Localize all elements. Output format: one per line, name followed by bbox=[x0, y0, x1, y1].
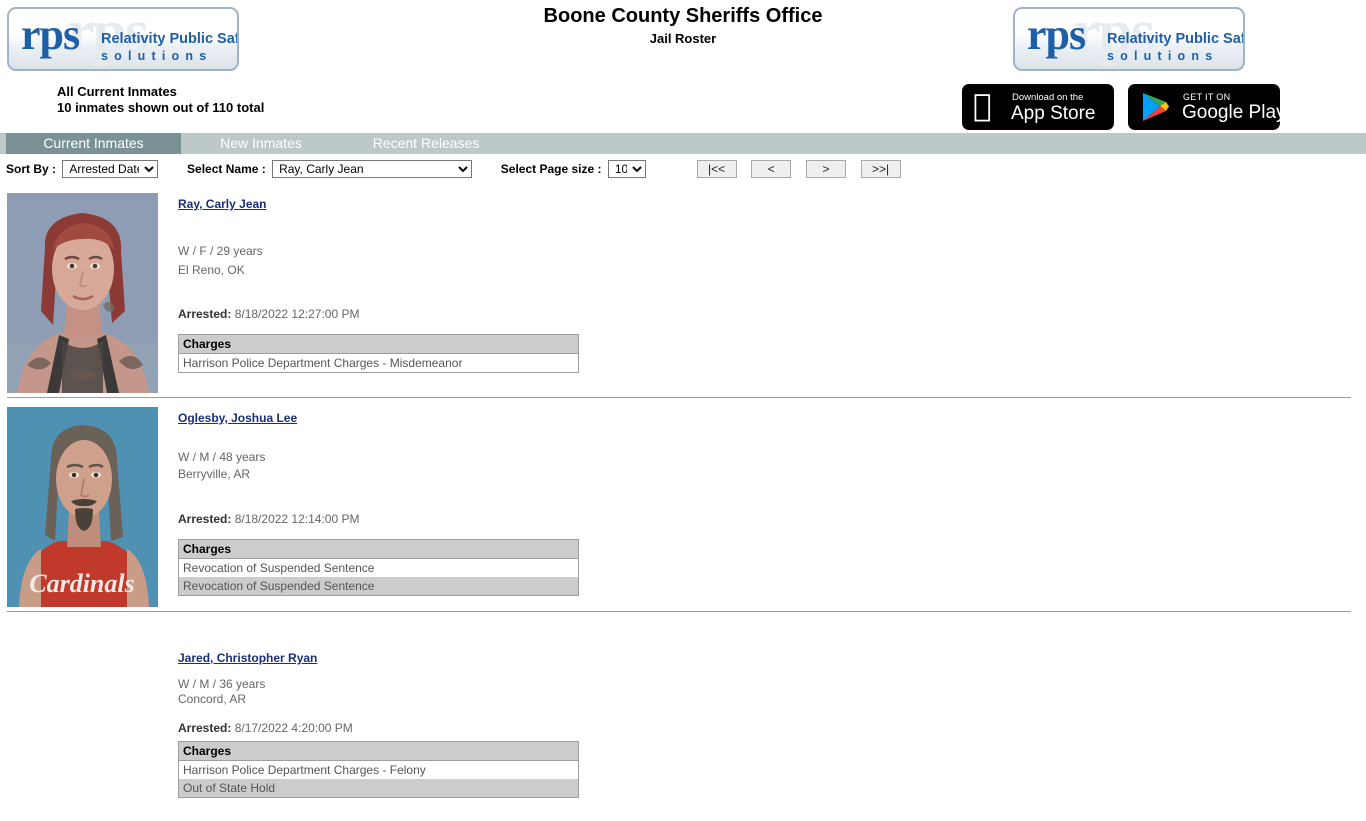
inmate-arrested: Arrested: 8/17/2022 4:20:00 PM bbox=[178, 721, 579, 735]
inmate-demographics: W / M / 36 years bbox=[178, 677, 266, 691]
summary-line-2: 10 inmates shown out of 110 total bbox=[57, 100, 265, 115]
arrested-label: Arrested: bbox=[178, 307, 232, 321]
arrested-label: Arrested: bbox=[178, 512, 232, 526]
sort-by-select[interactable]: Arrested Date bbox=[62, 160, 159, 178]
charges-header-row: Charges bbox=[178, 741, 579, 761]
inmate-details: Jared, Christopher Ryan W / M / 36 years… bbox=[178, 651, 579, 798]
inmate-location: Berryville, AR bbox=[178, 467, 251, 481]
inmate-mugshot-placeholder bbox=[7, 621, 158, 821]
inmate-arrested: Arrested: 8/18/2022 12:27:00 PM bbox=[178, 307, 579, 321]
roster-summary: All Current Inmates 10 inmates shown out… bbox=[57, 84, 264, 116]
page-size-select[interactable]: 10 bbox=[607, 160, 646, 178]
arrested-value: 8/18/2022 12:27:00 PM bbox=[234, 307, 360, 321]
logo-tagline-secondary: solutions bbox=[1107, 49, 1219, 63]
pagination-last-button[interactable]: >>| bbox=[860, 160, 901, 178]
arrested-value: 8/18/2022 12:14:00 PM bbox=[234, 512, 360, 526]
inmate-record: Ray, Carly Jean W / F / 29 years El Reno… bbox=[0, 185, 1366, 399]
charges-header-row: Charges bbox=[178, 539, 579, 559]
charges-column-header: Charges bbox=[178, 539, 579, 559]
sort-by-label: Sort By : bbox=[6, 162, 57, 176]
inmate-list: Ray, Carly Jean W / F / 29 years El Reno… bbox=[0, 185, 1366, 821]
inmate-details: Oglesby, Joshua Lee W / M / 48 years Ber… bbox=[178, 411, 579, 596]
arrested-value: 8/17/2022 4:20:00 PM bbox=[234, 721, 353, 735]
app-store-badge-line1: Download on the bbox=[1012, 92, 1084, 103]
charge-text: Harrison Police Department Charges - Mis… bbox=[178, 353, 579, 373]
tab-recent-releases[interactable]: Recent Releases bbox=[341, 133, 511, 154]
inmate-mugshot[interactable]: Cardinals bbox=[7, 407, 158, 607]
pagination-first-button[interactable]: |<< bbox=[696, 160, 737, 178]
charge-text: Revocation of Suspended Sentence bbox=[178, 577, 579, 596]
inmate-location: El Reno, OK bbox=[178, 263, 245, 277]
select-name-dropdown[interactable]: Ray, Carly Jean bbox=[272, 160, 473, 178]
google-play-badge-line1: GET IT ON bbox=[1183, 92, 1231, 102]
charges-header-row: Charges bbox=[178, 334, 579, 354]
table-row: Revocation of Suspended Sentence bbox=[178, 558, 579, 577]
table-row: Harrison Police Department Charges - Mis… bbox=[178, 353, 579, 373]
inmate-details: Ray, Carly Jean W / F / 29 years El Reno… bbox=[178, 197, 579, 373]
pagination-prev-button[interactable]: < bbox=[751, 160, 792, 178]
roster-controls: Sort By : Arrested Date Select Name : Ra… bbox=[0, 160, 1366, 180]
logo-tagline-primary: Relativity Public Safety bbox=[1107, 31, 1245, 47]
table-row: Revocation of Suspended Sentence bbox=[178, 577, 579, 596]
table-row: Out of State Hold bbox=[178, 779, 579, 798]
logo-tagline-secondary: solutions bbox=[101, 49, 213, 63]
inmate-demographics: W / M / 48 years bbox=[178, 450, 266, 464]
logo-wordmark: rps bbox=[1027, 10, 1086, 59]
inmate-name-link[interactable]: Ray, Carly Jean bbox=[178, 197, 267, 211]
google-play-badge[interactable]: GET IT ON Google Play bbox=[1128, 84, 1280, 130]
charges-table: Charges Revocation of Suspended Sentence… bbox=[178, 539, 579, 596]
charges-column-header: Charges bbox=[178, 334, 579, 354]
inmate-demographics: W / F / 29 years bbox=[178, 244, 263, 258]
tab-new-inmates[interactable]: New Inmates bbox=[181, 133, 341, 154]
mugshot-image-2: Cardinals bbox=[7, 407, 158, 607]
tab-bar: Current Inmates New Inmates Recent Relea… bbox=[0, 133, 1366, 154]
charge-text: Harrison Police Department Charges - Fel… bbox=[178, 760, 579, 779]
app-store-badge[interactable]:  Download on the App Store bbox=[962, 84, 1114, 130]
rps-logo-right[interactable]: rps rps Relativity Public Safety solutio… bbox=[1013, 7, 1245, 71]
inmate-arrested: Arrested: 8/18/2022 12:14:00 PM bbox=[178, 512, 579, 526]
page-size-label: Select Page size : bbox=[500, 162, 602, 176]
google-play-badge-line2: Google Play bbox=[1182, 102, 1280, 123]
arrested-label: Arrested: bbox=[178, 721, 232, 735]
inmate-name-link[interactable]: Oglesby, Joshua Lee bbox=[178, 411, 297, 425]
tab-current-inmates[interactable]: Current Inmates bbox=[6, 133, 181, 154]
charges-column-header: Charges bbox=[178, 741, 579, 761]
app-store-badge-line2: App Store bbox=[1011, 103, 1096, 124]
summary-line-1: All Current Inmates bbox=[57, 84, 177, 99]
google-play-icon bbox=[1143, 93, 1169, 121]
inmate-location: Concord, AR bbox=[178, 692, 247, 706]
select-name-label: Select Name : bbox=[187, 162, 266, 176]
record-separator bbox=[7, 611, 1351, 612]
record-separator bbox=[7, 397, 1351, 398]
inmate-mugshot[interactable] bbox=[7, 193, 158, 393]
charge-text: Revocation of Suspended Sentence bbox=[178, 558, 579, 577]
apple-icon:  bbox=[973, 90, 992, 123]
svg-text:Cardinals: Cardinals bbox=[29, 569, 135, 598]
table-row: Harrison Police Department Charges - Fel… bbox=[178, 760, 579, 779]
inmate-name-link[interactable]: Jared, Christopher Ryan bbox=[178, 651, 317, 665]
page-header: rps rps Relativity Public Safety solutio… bbox=[0, 0, 1366, 132]
charge-text: Out of State Hold bbox=[178, 779, 579, 798]
pagination-next-button[interactable]: > bbox=[805, 160, 846, 178]
mugshot-image-1 bbox=[7, 193, 158, 393]
charges-table: Charges Harrison Police Department Charg… bbox=[178, 334, 579, 373]
charges-table: Charges Harrison Police Department Charg… bbox=[178, 741, 579, 798]
inmate-record: Cardinals Oglesby, Joshua Lee W / M / 48… bbox=[0, 399, 1366, 613]
inmate-record: Jared, Christopher Ryan W / M / 36 years… bbox=[0, 613, 1366, 821]
